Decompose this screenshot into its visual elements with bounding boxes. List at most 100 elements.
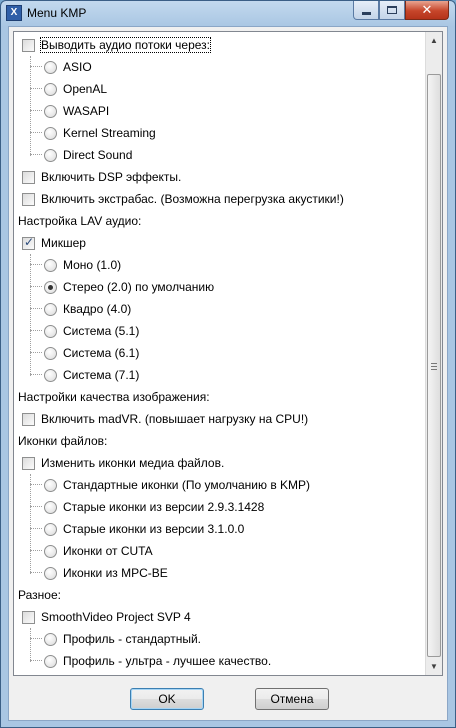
scroll-up-arrow-icon: ▲ — [430, 36, 438, 45]
options-rows: Выводить аудио потоки через: ASIO OpenAL… — [14, 32, 426, 675]
madvr-checkbox-row[interactable]: Включить madVR. (повышает нагрузку на CP… — [14, 408, 426, 430]
radio-asio[interactable]: ASIO — [14, 56, 426, 78]
file-icons-header-text: Иконки файлов: — [18, 434, 108, 448]
radio-icons-old-3100-label: Старые иконки из версии 3.1.0.0 — [63, 522, 245, 536]
maximize-button[interactable] — [379, 1, 405, 20]
radio-quadro-label: Квадро (4.0) — [63, 302, 132, 316]
scrollbar-grip-icon — [431, 363, 437, 370]
radio-icons-standard[interactable]: Стандартные иконки (По умолчанию в KMP) — [14, 474, 426, 496]
dsp-label: Включить DSP эффекты. — [41, 170, 182, 184]
radio-kernel-streaming[interactable]: Kernel Streaming — [14, 122, 426, 144]
radio-system-6-1[interactable]: Система (6.1) — [14, 342, 426, 364]
scroll-up-button[interactable]: ▲ — [426, 32, 442, 49]
radio-icons-cuta-label: Иконки от CUTA — [63, 544, 153, 558]
audio-output-checkbox-row[interactable]: Выводить аудио потоки через: — [14, 34, 426, 56]
radio-openal[interactable]: OpenAL — [14, 78, 426, 100]
cancel-button[interactable]: Отмена — [255, 688, 329, 710]
radio-icons-standard-label: Стандартные иконки (По умолчанию в KMP) — [63, 478, 311, 492]
radio-svp-standard[interactable]: Профиль - стандартный. — [14, 628, 426, 650]
radio-mono[interactable]: Моно (1.0) — [14, 254, 426, 276]
scroll-down-button[interactable]: ▼ — [426, 658, 442, 675]
radio-system-6-1-button[interactable] — [44, 346, 57, 360]
title-bar[interactable]: X Menu KMP ✕ — [1, 1, 455, 25]
close-button[interactable]: ✕ — [405, 1, 449, 20]
radio-icons-old-3100[interactable]: Старые иконки из версии 3.1.0.0 — [14, 518, 426, 540]
radio-icons-standard-button[interactable] — [44, 478, 57, 492]
radio-svp-standard-button[interactable] — [44, 632, 57, 646]
audio-output-checkbox[interactable] — [22, 38, 35, 52]
mixer-checkbox[interactable] — [22, 235, 35, 250]
extrabass-label: Включить экстрабас. (Возможна перегрузка… — [41, 192, 344, 206]
radio-stereo-label: Стерео (2.0) по умолчанию — [63, 280, 215, 294]
file-icons-header: Иконки файлов: — [14, 430, 426, 452]
radio-system-6-1-label: Система (6.1) — [63, 346, 140, 360]
misc-header-text: Разное: — [18, 588, 61, 602]
ok-button[interactable]: OK — [130, 688, 204, 710]
radio-quadro-button[interactable] — [44, 302, 57, 316]
svp-checkbox-row[interactable]: SmoothVideo Project SVP 4 — [14, 606, 426, 628]
radio-wasapi-label: WASAPI — [63, 104, 110, 118]
radio-asio-button[interactable] — [44, 60, 57, 74]
radio-kernel-streaming-label: Kernel Streaming — [63, 126, 156, 140]
radio-icons-old-3100-button[interactable] — [44, 522, 57, 536]
misc-header: Разное: — [14, 584, 426, 606]
radio-icons-mpc-be[interactable]: Иконки из MPC-BE — [14, 562, 426, 584]
change-icons-checkbox[interactable] — [22, 456, 35, 470]
minimize-button[interactable] — [353, 1, 379, 20]
extrabass-checkbox[interactable] — [22, 192, 35, 206]
image-quality-header-text: Настройки качества изображения: — [18, 390, 210, 404]
radio-kernel-streaming-button[interactable] — [44, 126, 57, 140]
lav-audio-header: Настройка LAV аудио: — [14, 210, 426, 232]
radio-icons-old-2931428[interactable]: Старые иконки из версии 2.9.3.1428 — [14, 496, 426, 518]
radio-svp-ultra-label: Профиль - ультра - лучшее качество. — [63, 654, 272, 668]
radio-svp-standard-label: Профиль - стандартный. — [63, 632, 201, 646]
vertical-scrollbar[interactable]: ▲ ▼ — [425, 32, 442, 675]
radio-icons-mpc-be-label: Иконки из MPC-BE — [63, 566, 168, 580]
radio-stereo[interactable]: Стерео (2.0) по умолчанию — [14, 276, 426, 298]
minimize-icon — [361, 11, 371, 15]
madvr-checkbox[interactable] — [22, 412, 35, 426]
radio-system-7-1-label: Система (7.1) — [63, 368, 140, 382]
radio-system-5-1[interactable]: Система (5.1) — [14, 320, 426, 342]
svp-label: SmoothVideo Project SVP 4 — [41, 610, 191, 624]
radio-asio-label: ASIO — [63, 60, 92, 74]
radio-svp-ultra[interactable]: Профиль - ультра - лучшее качество. — [14, 650, 426, 672]
app-icon: X — [6, 5, 22, 21]
radio-openal-button[interactable] — [44, 82, 57, 96]
radio-icons-old-2931428-button[interactable] — [44, 500, 57, 514]
radio-system-7-1[interactable]: Система (7.1) — [14, 364, 426, 386]
window-title: Menu KMP — [27, 6, 87, 20]
change-icons-checkbox-row[interactable]: Изменить иконки медиа файлов. — [14, 452, 426, 474]
madvr-label: Включить madVR. (повышает нагрузку на CP… — [41, 412, 309, 426]
radio-stereo-button[interactable] — [44, 280, 57, 294]
scrollbar-thumb[interactable] — [427, 74, 441, 657]
radio-mono-label: Моно (1.0) — [63, 258, 122, 272]
audio-output-label: Выводить аудио потоки через: — [40, 37, 211, 53]
caption-buttons: ✕ — [353, 1, 449, 21]
radio-icons-old-2931428-label: Старые иконки из версии 2.9.3.1428 — [63, 500, 265, 514]
radio-direct-sound-button[interactable] — [44, 148, 57, 162]
radio-svp-ultra-button[interactable] — [44, 654, 57, 668]
radio-wasapi[interactable]: WASAPI — [14, 100, 426, 122]
radio-direct-sound-label: Direct Sound — [63, 148, 133, 162]
radio-icons-cuta-button[interactable] — [44, 544, 57, 558]
dsp-checkbox[interactable] — [22, 170, 35, 184]
radio-wasapi-button[interactable] — [44, 104, 57, 118]
radio-icons-cuta[interactable]: Иконки от CUTA — [14, 540, 426, 562]
radio-system-5-1-label: Система (5.1) — [63, 324, 140, 338]
radio-direct-sound[interactable]: Direct Sound — [14, 144, 426, 166]
image-quality-header: Настройки качества изображения: — [14, 386, 426, 408]
menu-kmp-window: X Menu KMP ✕ Выводить аудио потоки через… — [0, 0, 456, 728]
radio-quadro[interactable]: Квадро (4.0) — [14, 298, 426, 320]
radio-system-5-1-button[interactable] — [44, 324, 57, 338]
radio-mono-button[interactable] — [44, 258, 57, 272]
scroll-down-arrow-icon: ▼ — [430, 662, 438, 671]
svp-checkbox[interactable] — [22, 610, 35, 624]
extrabass-checkbox-row[interactable]: Включить экстрабас. (Возможна перегрузка… — [14, 188, 426, 210]
radio-system-7-1-button[interactable] — [44, 368, 57, 382]
mixer-checkbox-row[interactable]: Микшер — [14, 232, 426, 254]
maximize-icon — [387, 6, 397, 14]
dsp-checkbox-row[interactable]: Включить DSP эффекты. — [14, 166, 426, 188]
lav-audio-header-text: Настройка LAV аудио: — [18, 214, 142, 228]
radio-icons-mpc-be-button[interactable] — [44, 566, 57, 580]
